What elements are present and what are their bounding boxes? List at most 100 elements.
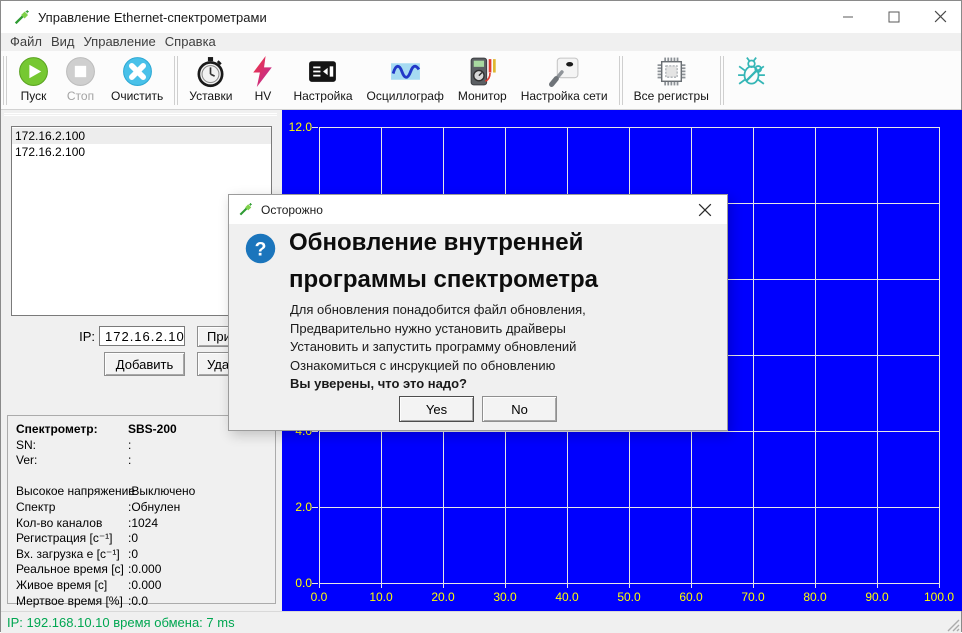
dialog-text-line: Предварительно нужно установить драйверы: [290, 320, 586, 339]
info-value: :0.000: [128, 578, 161, 594]
menu-view[interactable]: Вид: [51, 34, 84, 50]
info-value: :0: [128, 531, 138, 547]
chart-gridline-horizontal: [319, 583, 939, 584]
clear-button[interactable]: Очистить: [104, 53, 170, 108]
yes-button[interactable]: Yes: [399, 396, 474, 422]
close-icon: [934, 10, 947, 23]
chip-icon: [655, 55, 688, 88]
close-button[interactable]: [917, 1, 962, 32]
play-icon: [17, 55, 50, 88]
info-row: SN::: [16, 438, 275, 454]
info-label: Кол-во каналов: [16, 516, 128, 532]
toolbar-button-label: Настройка: [293, 90, 352, 103]
title-bar: Управление Ethernet-спектрометрами: [1, 1, 961, 33]
no-button[interactable]: No: [482, 396, 557, 422]
dialog-heading: Обновление внутренней программы спектром…: [289, 224, 644, 298]
chart-tick-y: [312, 127, 318, 128]
dialog-close-button[interactable]: [683, 195, 727, 224]
window-title: Управление Ethernet-спектрометрами: [38, 10, 267, 25]
list-item[interactable]: 172.16.2.100: [12, 128, 271, 144]
info-value: :0.0: [128, 594, 148, 610]
toolbar-button-label: Стоп: [67, 90, 94, 103]
x-axis-tick-label: 30.0: [483, 590, 527, 604]
menu-file[interactable]: Файл: [10, 34, 51, 50]
debug-button[interactable]: [728, 53, 775, 108]
info-value: SBS-200: [128, 422, 177, 438]
toolbar-button-label: Уставки: [189, 90, 232, 103]
x-axis-tick-label: 90.0: [855, 590, 899, 604]
dialog-text-line: Установить и запустить программу обновле…: [290, 338, 586, 357]
info-row: Ver::: [16, 453, 275, 469]
start-button[interactable]: Пуск: [10, 53, 57, 108]
info-row: Мертвое время [%]:0.0: [16, 594, 275, 610]
chart-tick-y: [312, 431, 318, 432]
minimize-button[interactable]: [825, 1, 871, 32]
toolbar-button-label: Осциллограф: [367, 90, 444, 103]
toolbar-button-label: Пуск: [21, 90, 47, 103]
chart-tick-x: [939, 583, 940, 588]
dialog-body-text: Для обновления понадобится файл обновлен…: [290, 301, 586, 394]
x-axis-tick-label: 60.0: [669, 590, 713, 604]
bug-wrench-icon: [735, 55, 768, 88]
toolbar-button-label: Все регистры: [634, 90, 709, 103]
info-label: SN:: [16, 438, 128, 454]
network-settings-button[interactable]: Настройка сети: [514, 53, 615, 108]
app-wand-icon: [13, 9, 30, 26]
app-window: { "window": { "title": "Управление Ether…: [0, 0, 962, 632]
close-icon: [698, 203, 712, 217]
info-value: :Обнулен: [128, 500, 180, 516]
info-row: Кол-во каналов:1024: [16, 516, 275, 532]
y-axis-tick-label: 2.0: [282, 500, 312, 514]
info-label: Высокое напряжение: [16, 484, 128, 500]
chart-gridline-horizontal: [319, 431, 939, 432]
info-value: :0.000: [128, 562, 161, 578]
settings-button[interactable]: Настройка: [286, 53, 359, 108]
y-axis-tick-label: 12.0: [282, 120, 312, 134]
toolbar-separator: [619, 56, 623, 105]
ip-input[interactable]: [99, 326, 185, 346]
menu-control[interactable]: Управление: [84, 34, 165, 50]
setpoints-button[interactable]: Уставки: [182, 53, 239, 108]
network-plug-icon: [548, 55, 581, 88]
stopwatch-icon: [194, 55, 227, 88]
info-value: :: [128, 438, 131, 454]
menu-help[interactable]: Справка: [165, 34, 225, 50]
info-row: Высокое напряжение:Выключено: [16, 484, 275, 500]
hv-button[interactable]: HV: [239, 53, 286, 108]
question-icon: ?: [245, 233, 276, 264]
x-axis-tick-label: 50.0: [607, 590, 651, 604]
all-registers-button[interactable]: Все регистры: [627, 53, 716, 108]
toolbar-separator: [174, 56, 178, 105]
spectrometer-info-box: Спектрометр:SBS-200SN::Ver::Высокое напр…: [7, 415, 276, 604]
status-bar: IP: 192.168.10.10 время обмена: 7 ms: [1, 611, 961, 633]
stop-button[interactable]: Стоп: [57, 53, 104, 108]
toolbar-separator: [720, 56, 724, 105]
info-row: Регистрация [c⁻¹]:0: [16, 531, 275, 547]
y-axis-tick-label: 0.0: [282, 576, 312, 590]
info-label: Регистрация [c⁻¹]: [16, 531, 128, 547]
panel-grip: [4, 113, 277, 117]
svg-text:?: ?: [255, 238, 267, 260]
dialog-question: Вы уверены, что это надо?: [290, 375, 586, 394]
info-label: Спектрометр:: [16, 422, 128, 438]
dialog-title: Осторожно: [261, 203, 323, 217]
toolbar-grip: [3, 56, 7, 105]
toolbar-button-label: Настройка сети: [521, 90, 608, 103]
toolbar-button-label: HV: [255, 90, 272, 103]
x-axis-tick-label: 0.0: [297, 590, 341, 604]
monitor-button[interactable]: Монитор: [451, 53, 514, 108]
list-item[interactable]: 172.16.2.100: [12, 144, 271, 160]
info-label: Реальное время [с]: [16, 562, 128, 578]
dialog-text-line: Для обновления понадобится файл обновлен…: [290, 301, 586, 320]
info-label: Живое время [с]: [16, 578, 128, 594]
oscilloscope-button[interactable]: Осциллограф: [360, 53, 451, 108]
resize-grip-icon[interactable]: [945, 617, 960, 632]
toolbar: Пуск Стоп Очистить Уставки HV Настройка Осцилл…: [1, 51, 961, 110]
maximize-button[interactable]: [871, 1, 917, 32]
info-label: Ver:: [16, 453, 128, 469]
add-button[interactable]: Добавить: [104, 352, 185, 376]
info-label: Вх. загрузка е [c⁻¹]: [16, 547, 128, 563]
info-row: [16, 469, 275, 485]
x-axis-tick-label: 70.0: [731, 590, 775, 604]
multimeter-icon: [466, 55, 499, 88]
